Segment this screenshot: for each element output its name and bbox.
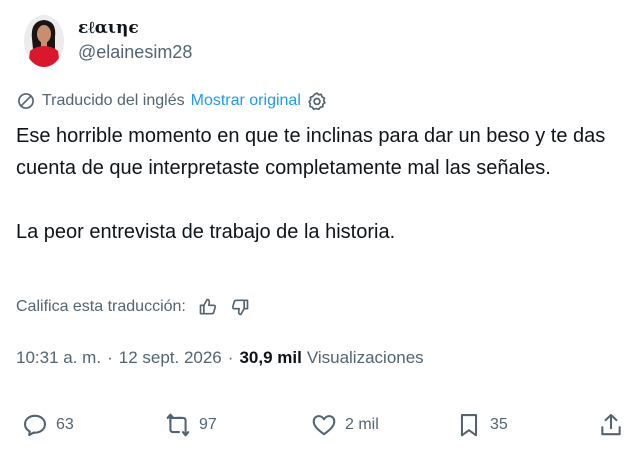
views-label: Visualizaciones: [306, 348, 424, 367]
bookmark-icon: [456, 412, 482, 438]
tweet-text: Ese horrible momento en que te inclinas …: [16, 120, 616, 248]
tweet-time[interactable]: 10:31 a. m.: [16, 348, 101, 368]
translation-bar: Traducido del inglés Mostrar original: [16, 91, 327, 111]
translated-from-label: Traducido del inglés: [42, 92, 185, 109]
tweet-meta: 10:31 a. m. · 12 sept. 2026 · 30,9 mil V…: [16, 348, 424, 368]
views-count: 30,9 mil: [239, 348, 302, 367]
tweet-header: ɛℓαιηє @elainesim28: [24, 15, 192, 67]
author-handle[interactable]: @elainesim28: [78, 39, 192, 65]
reply-count: 63: [56, 416, 74, 433]
share-icon: [598, 412, 624, 438]
thumbs-down-icon[interactable]: [230, 297, 250, 317]
like-button[interactable]: 2 mil: [311, 412, 379, 438]
rate-translation-label: Califica esta traducción:: [16, 298, 186, 315]
gear-icon[interactable]: [307, 91, 327, 111]
share-button[interactable]: [598, 412, 624, 438]
retweet-button[interactable]: 97: [165, 412, 217, 438]
tweet-paragraph: La peor entrevista de trabajo de la hist…: [16, 221, 396, 243]
rate-translation: Califica esta traducción:: [16, 297, 250, 317]
retweet-count: 97: [199, 416, 217, 433]
like-count: 2 mil: [345, 416, 379, 433]
retweet-icon: [165, 412, 191, 438]
author-names: ɛℓαιηє @elainesim28: [78, 17, 192, 65]
show-original-link[interactable]: Mostrar original: [191, 92, 301, 110]
reply-button[interactable]: 63: [22, 412, 74, 438]
tweet-card: ɛℓαιηє @elainesim28 Traducido del inglés…: [0, 0, 640, 456]
author-display-name[interactable]: ɛℓαιηє: [78, 17, 192, 39]
heart-icon: [311, 412, 337, 438]
bookmark-button[interactable]: 35: [456, 412, 508, 438]
avatar[interactable]: [24, 15, 64, 67]
tweet-paragraph: Ese horrible momento en que te inclinas …: [16, 125, 606, 179]
meta-separator: ·: [107, 348, 113, 367]
reply-icon: [22, 412, 48, 438]
thumbs-up-icon[interactable]: [198, 297, 218, 317]
tweet-date[interactable]: 12 sept. 2026: [119, 348, 222, 368]
bookmark-count: 35: [490, 416, 508, 433]
action-bar: 63 97 2 mil 35: [22, 412, 628, 442]
meta-separator: ·: [227, 348, 234, 367]
translate-icon: [16, 91, 36, 111]
